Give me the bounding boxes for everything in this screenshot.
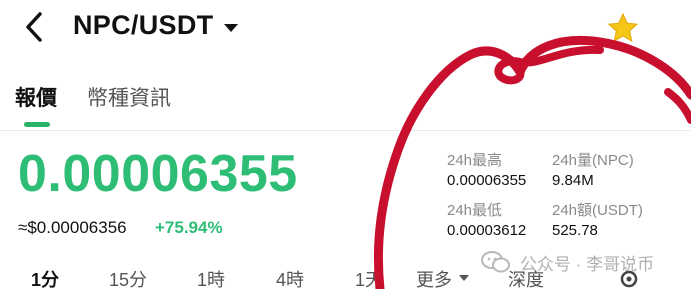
last-price: 0.00006355 [18,145,298,203]
tab-quote[interactable]: 報價 [15,82,57,112]
tab-coin-info[interactable]: 幣種資訊 [87,82,171,112]
tab-bar: 報價 幣種資訊 [0,74,691,130]
header-bar: NPC/USDT [0,0,691,62]
change-percent: +75.94% [155,218,223,237]
more-caret-icon [459,275,469,281]
stat-low-label: 24h最低 [447,202,503,219]
stat-high-label: 24h最高 [447,152,503,169]
star-icon[interactable] [607,12,639,44]
gear-icon[interactable] [618,268,640,290]
stat-high-value: 0.00006355 [447,172,527,189]
interval-more[interactable]: 更多 [416,266,452,292]
fiat-price: ≈$0.00006356 [18,218,127,237]
stat-volume-base-label: 24h量(NPC) [552,152,634,169]
trading-pair-title[interactable]: NPC/USDT [73,10,213,41]
interval-1d[interactable]: 1天 [355,266,383,292]
back-arrow-icon[interactable] [22,10,48,44]
stat-volume-quote-label: 24h額(USDT) [552,202,643,219]
interval-1m[interactable]: 1分 [31,266,59,292]
interval-15m[interactable]: 15分 [109,266,147,292]
stat-volume-base-value: 9.84M [552,172,594,189]
wechat-icon [481,251,510,273]
stat-volume-quote-value: 525.78 [552,222,598,239]
stat-low-value: 0.00003612 [447,222,527,239]
interval-4h[interactable]: 4時 [276,266,304,292]
caret-down-icon[interactable] [222,22,240,34]
divider [0,130,691,131]
interval-1h[interactable]: 1時 [197,266,225,292]
active-tab-indicator [24,122,50,127]
